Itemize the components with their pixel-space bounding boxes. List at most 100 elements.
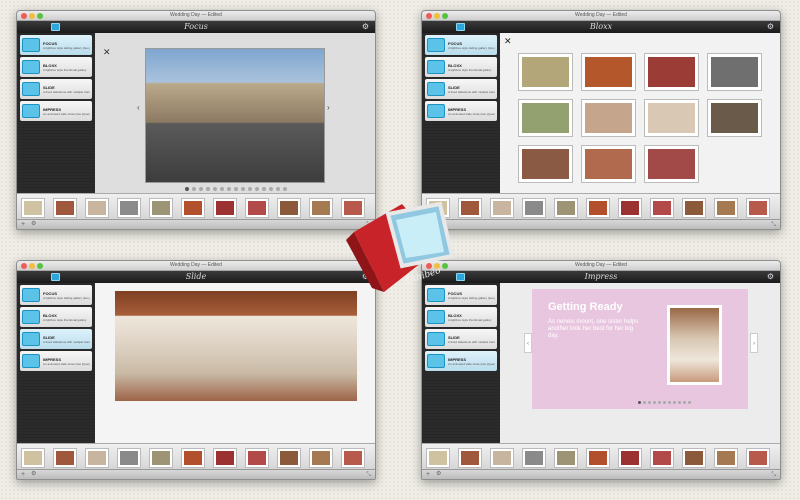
filmstrip-thumbnail[interactable]: [341, 447, 365, 468]
page-dot[interactable]: [234, 187, 238, 191]
gear-icon[interactable]: ⚙: [31, 220, 36, 229]
filmstrip-thumbnail[interactable]: [554, 197, 578, 218]
filmstrip-thumbnail[interactable]: [650, 197, 674, 218]
sidebar-item-bloxx[interactable]: BLOXX A lightbox style thumbnail gallery: [20, 57, 92, 77]
resize-handle-icon[interactable]: ⤡: [771, 471, 776, 479]
add-icon[interactable]: +: [21, 470, 25, 479]
bloxx-tile[interactable]: [707, 99, 762, 137]
page-dot[interactable]: [668, 401, 671, 404]
sidebar-item-bloxx[interactable]: BLOXX A lightbox style thumbnail gallery: [20, 307, 92, 327]
filmstrip-thumbnail[interactable]: [586, 197, 610, 218]
bloxx-tile[interactable]: [644, 145, 699, 183]
focus-photo[interactable]: [145, 48, 325, 183]
filmstrip-thumbnail[interactable]: [245, 447, 269, 468]
page-dot[interactable]: [192, 187, 196, 191]
page-dot[interactable]: [255, 187, 259, 191]
sidebar-item-focus[interactable]: FOCUS A lightbox style sliding gallery (t…: [425, 35, 497, 55]
sidebar-item-impress[interactable]: IMPRESS An animated slide show (two jQuer…: [425, 351, 497, 371]
filmstrip-thumbnail[interactable]: [426, 447, 450, 468]
settings-icon[interactable]: ⚙: [767, 22, 774, 32]
resize-handle-icon[interactable]: ⤡: [771, 221, 776, 229]
next-arrow-icon[interactable]: ›: [750, 333, 758, 353]
close-icon[interactable]: ✕: [103, 47, 111, 58]
bloxx-tile[interactable]: [581, 53, 636, 91]
filmstrip-thumbnail[interactable]: [490, 447, 514, 468]
settings-icon[interactable]: ⚙: [767, 272, 774, 282]
filmstrip-thumbnail[interactable]: [85, 197, 109, 218]
filmstrip-thumbnail[interactable]: [650, 447, 674, 468]
page-dot[interactable]: [648, 401, 651, 404]
title-bar[interactable]: Wedding Day — Edited: [422, 261, 780, 271]
filmstrip-thumbnail[interactable]: [682, 447, 706, 468]
sidebar-item-focus[interactable]: FOCUS A lightbox style sliding gallery (t…: [20, 35, 92, 55]
page-dot[interactable]: [283, 187, 287, 191]
sidebar-item-slide[interactable]: SLIDE A fixed slideshow with multiple tra…: [425, 79, 497, 99]
title-bar[interactable]: Wedding Day — Edited: [17, 261, 375, 271]
impress-photo[interactable]: [667, 305, 722, 385]
title-bar[interactable]: Wedding Day — Edited: [422, 11, 780, 21]
filmstrip-thumbnail[interactable]: [458, 197, 482, 218]
filmstrip-thumbnail[interactable]: [213, 197, 237, 218]
filmstrip-thumbnail[interactable]: [618, 197, 642, 218]
filmstrip-thumbnail[interactable]: [490, 197, 514, 218]
filmstrip-thumbnail[interactable]: [522, 197, 546, 218]
bloxx-tile[interactable]: [518, 53, 573, 91]
page-dot[interactable]: [276, 187, 280, 191]
page-dot[interactable]: [688, 401, 691, 404]
page-dot[interactable]: [185, 187, 189, 191]
bloxx-tile[interactable]: [644, 99, 699, 137]
sidebar-item-slide[interactable]: SLIDE A fixed slideshow with multiple tra…: [20, 329, 92, 349]
slide-photo[interactable]: [115, 291, 357, 401]
page-dot[interactable]: [227, 187, 231, 191]
filmstrip-thumbnail[interactable]: [714, 447, 738, 468]
bloxx-tile[interactable]: [581, 99, 636, 137]
bloxx-tile[interactable]: [581, 145, 636, 183]
filmstrip-thumbnail[interactable]: [149, 447, 173, 468]
page-dot[interactable]: [199, 187, 203, 191]
filmstrip-thumbnail[interactable]: [245, 197, 269, 218]
filmstrip-thumbnail[interactable]: [618, 447, 642, 468]
filmstrip-thumbnail[interactable]: [554, 447, 578, 468]
page-dot[interactable]: [683, 401, 686, 404]
title-bar[interactable]: Wedding Day — Edited: [17, 11, 375, 21]
filmstrip-thumbnail[interactable]: [746, 197, 770, 218]
filmstrip-thumbnail[interactable]: [746, 447, 770, 468]
page-dot[interactable]: [643, 401, 646, 404]
bloxx-tile[interactable]: [518, 145, 573, 183]
add-icon[interactable]: +: [21, 220, 25, 229]
previous-arrow-icon[interactable]: ‹: [137, 103, 140, 112]
resize-handle-icon[interactable]: ⤡: [366, 471, 371, 479]
gear-icon[interactable]: ⚙: [31, 470, 36, 479]
filmstrip-thumbnail[interactable]: [21, 447, 45, 468]
filmstrip-thumbnail[interactable]: [309, 447, 333, 468]
page-dot[interactable]: [248, 187, 252, 191]
page-dot[interactable]: [269, 187, 273, 191]
filmstrip-thumbnail[interactable]: [714, 197, 738, 218]
filmstrip-thumbnail[interactable]: [149, 197, 173, 218]
page-dot[interactable]: [262, 187, 266, 191]
filmstrip-thumbnail[interactable]: [21, 197, 45, 218]
filmstrip-thumbnail[interactable]: [53, 197, 77, 218]
bloxx-tile[interactable]: [518, 99, 573, 137]
add-icon[interactable]: +: [426, 470, 430, 479]
next-arrow-icon[interactable]: ›: [327, 103, 330, 112]
page-dot[interactable]: [206, 187, 210, 191]
filmstrip-thumbnail[interactable]: [181, 447, 205, 468]
filmstrip-thumbnail[interactable]: [213, 447, 237, 468]
filmstrip-thumbnail[interactable]: [277, 197, 301, 218]
page-dot[interactable]: [220, 187, 224, 191]
sidebar-item-slide[interactable]: SLIDE A fixed slideshow with multiple tra…: [20, 79, 92, 99]
page-dot[interactable]: [658, 401, 661, 404]
gear-icon[interactable]: ⚙: [436, 470, 441, 479]
filmstrip-thumbnail[interactable]: [522, 447, 546, 468]
sidebar-item-bloxx[interactable]: BLOXX A lightbox style thumbnail gallery: [425, 57, 497, 77]
filmstrip-thumbnail[interactable]: [309, 197, 333, 218]
sidebar-item-focus[interactable]: FOCUS A lightbox style sliding gallery (t…: [20, 285, 92, 305]
page-dot[interactable]: [678, 401, 681, 404]
close-icon[interactable]: ✕: [504, 36, 512, 47]
sidebar-item-impress[interactable]: IMPRESS An animated slide show (two jQuer…: [425, 101, 497, 121]
filmstrip-thumbnail[interactable]: [85, 447, 109, 468]
page-dot[interactable]: [673, 401, 676, 404]
sidebar-item-bloxx[interactable]: BLOXX A lightbox style thumbnail gallery: [425, 307, 497, 327]
filmstrip-thumbnail[interactable]: [586, 447, 610, 468]
